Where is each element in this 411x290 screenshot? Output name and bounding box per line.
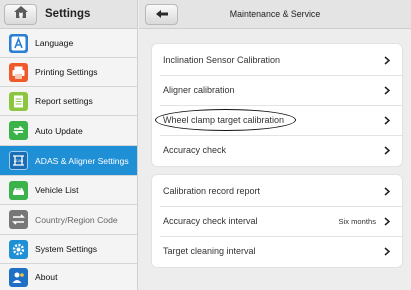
sidebar-item-auto-update[interactable]: Auto Update [0,116,137,146]
row-label: Calibration record report [163,186,261,196]
chevron-right-icon [380,145,394,155]
settings-sidebar: M Settings Language Printing Settings Re… [0,0,138,290]
sidebar-item-country-region-code[interactable]: Country/Region Code [0,205,137,235]
adas-icon: ADAS [9,151,28,170]
list-item-aligner-calibration[interactable]: Aligner calibration [152,75,402,105]
sidebar-item-vehicle-list[interactable]: Vehicle List [0,176,137,205]
svg-text:ADAS: ADAS [14,159,24,163]
list-item-calibration-record-report[interactable]: Calibration record report [152,176,402,206]
sidebar-item-label: Country/Region Code [35,214,118,225]
home-icon: M [13,5,29,24]
sidebar-item-system-settings[interactable]: System Settings [0,235,137,264]
sidebar-item-label: Language [35,38,74,48]
sidebar-item-label: Report settings [35,96,93,106]
sidebar-item-label: Auto Update [35,125,83,136]
list-item-accuracy-check-interval[interactable]: Accuracy check interval Six months [152,206,402,236]
sidebar-item-label: About [35,272,58,282]
page-title: Maintenance & Service [229,9,321,19]
row-label: Accuracy check interval [163,216,258,226]
list-item-accuracy-check[interactable]: Accuracy check [152,135,402,165]
svg-text:M: M [18,13,22,19]
region-code-icon [9,210,28,229]
row-label: Aligner calibration [163,85,235,95]
sidebar-item-adas-aligner-settings[interactable]: ADAS ADAS & Aligner Settings [0,146,137,176]
chevron-right-icon [380,85,394,95]
row-label: Inclination Sensor Calibration [163,55,281,65]
row-label: Target cleaning interval [163,246,256,256]
row-label: Accuracy check [163,145,227,155]
sidebar-item-language[interactable]: Language [0,29,137,58]
sidebar-item-label: ADAS & Aligner Settings [35,155,129,166]
list-item-inclination-sensor-calibration[interactable]: Inclination Sensor Calibration [152,45,402,75]
interval-value: Six months [338,216,376,226]
records-group: Calibration record report Accuracy check… [152,175,402,267]
sidebar-item-label: System Settings [35,244,98,254]
sidebar-item-report-settings[interactable]: Report settings [0,87,137,116]
chevron-right-icon [380,115,394,125]
sidebar-title: Settings [45,8,91,20]
chevron-right-icon [380,186,394,196]
system-settings-icon [9,239,28,259]
sidebar-item-label: Vehicle List [35,185,79,195]
home-button[interactable]: M [4,4,37,25]
chevron-right-icon [384,216,390,226]
calibration-group: Inclination Sensor Calibration Aligner c… [152,44,402,166]
printer-icon [9,62,28,82]
back-button[interactable] [145,4,178,25]
sidebar-item-label: Printing Settings [35,67,98,77]
report-icon [9,91,28,111]
main-header: Maintenance & Service [139,0,411,29]
vehicle-list-icon [9,180,28,200]
back-arrow-icon [155,6,169,24]
chevron-right-icon [380,55,394,65]
list-item-target-cleaning-interval[interactable]: Target cleaning interval [152,236,402,266]
about-icon [9,267,28,287]
update-icon [9,121,28,140]
chevron-right-icon [380,246,394,256]
sidebar-header: M Settings [0,0,137,29]
sidebar-item-about[interactable]: About [0,264,137,290]
language-icon [9,33,28,53]
sidebar-item-printing-settings[interactable]: Printing Settings [0,58,137,87]
highlight-oval [155,109,296,131]
